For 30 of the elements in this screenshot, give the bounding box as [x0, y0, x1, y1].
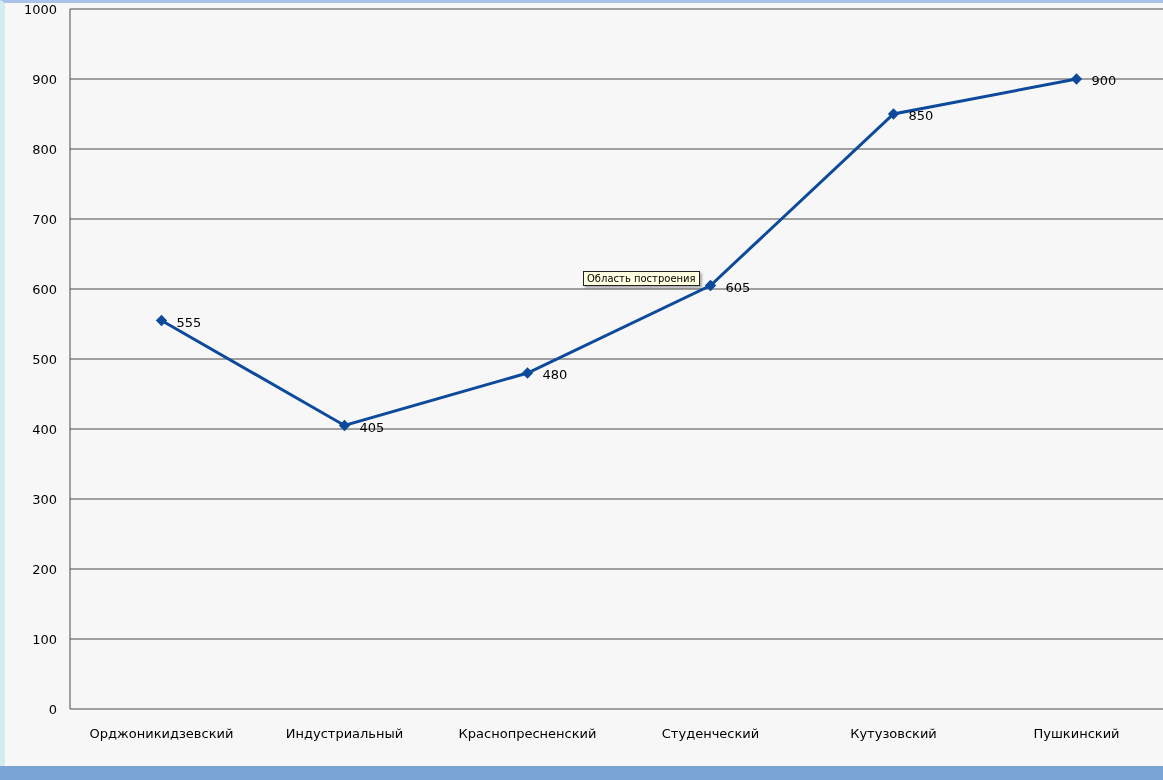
- data-label: 555: [176, 314, 202, 330]
- data-label: 480: [542, 367, 568, 382]
- y-tick-label: 700: [32, 212, 57, 227]
- y-tick-label: 900: [32, 72, 57, 87]
- data-point-marker: [521, 367, 534, 379]
- x-category-label: Кутузовский: [850, 726, 937, 741]
- y-tick-label: 500: [32, 352, 57, 367]
- y-tick-label: 600: [32, 282, 57, 297]
- y-tick-label: 1000: [23, 3, 57, 17]
- data-point-marker: [155, 314, 168, 327]
- x-category-label: Студенческий: [661, 726, 760, 741]
- x-category-label: Индустриальный: [285, 726, 404, 741]
- data-label: 605: [725, 279, 751, 295]
- y-tick-label: 200: [32, 562, 57, 577]
- y-tick-label: 400: [32, 422, 57, 437]
- data-point-marker: [338, 419, 351, 432]
- tooltip: Область построения: [583, 271, 700, 286]
- data-point-marker: [887, 108, 900, 120]
- data-label: 900: [1091, 73, 1117, 88]
- y-tick-label: 300: [32, 492, 57, 507]
- y-tick-label: 800: [32, 142, 57, 157]
- data-point-marker: [1070, 73, 1083, 85]
- y-tick-label: 0: [48, 702, 57, 717]
- data-label: 850: [908, 108, 934, 123]
- x-category-label: Орджоникидзевский: [89, 726, 234, 741]
- x-category-label: Пушкинский: [1033, 726, 1120, 741]
- x-category-label: Краснопресненский: [458, 726, 597, 741]
- data-label: 405: [359, 419, 385, 435]
- data-point-marker: [704, 279, 717, 292]
- y-tick-label: 100: [32, 632, 57, 647]
